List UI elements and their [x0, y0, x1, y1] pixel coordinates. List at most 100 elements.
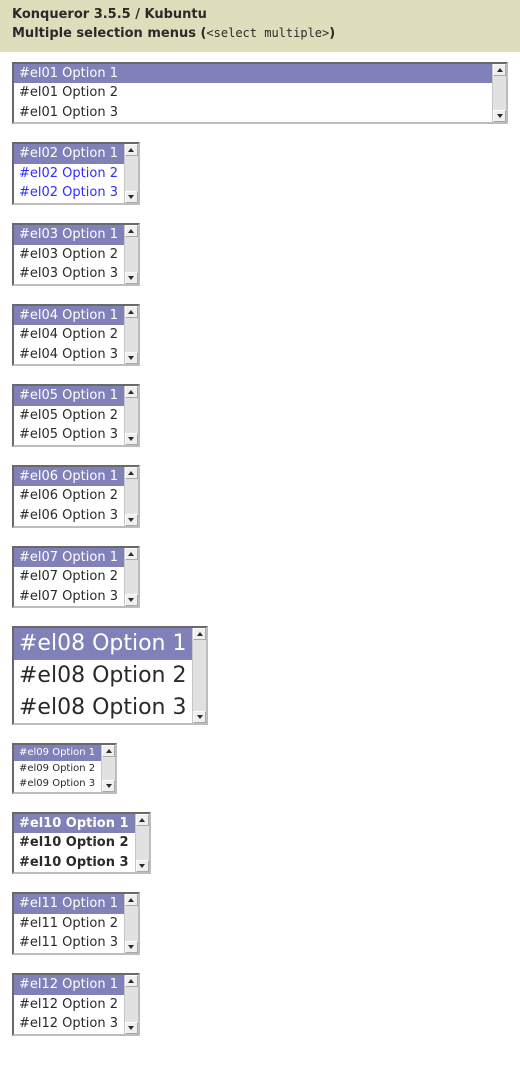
select-el05[interactable]: #el05 Option 1#el05 Option 2#el05 Option… [12, 384, 140, 447]
select-el10-scrollbar[interactable] [135, 814, 149, 873]
select-el04-option[interactable]: #el04 Option 2 [14, 325, 124, 345]
scroll-track[interactable] [125, 156, 138, 191]
scroll-up-icon[interactable] [125, 975, 138, 987]
select-el03-list[interactable]: #el03 Option 1#el03 Option 2#el03 Option… [14, 225, 124, 284]
select-el10-option[interactable]: #el10 Option 1 [14, 814, 135, 834]
scroll-up-icon[interactable] [125, 467, 138, 479]
scroll-up-icon[interactable] [125, 144, 138, 156]
select-el09[interactable]: #el09 Option 1#el09 Option 2#el09 Option… [12, 743, 117, 794]
scroll-track[interactable] [125, 318, 138, 353]
scroll-track[interactable] [125, 560, 138, 595]
scroll-down-icon[interactable] [125, 941, 138, 953]
select-el12-option[interactable]: #el12 Option 2 [14, 995, 124, 1015]
select-el05-list[interactable]: #el05 Option 1#el05 Option 2#el05 Option… [14, 386, 124, 445]
select-el08[interactable]: #el08 Option 1#el08 Option 2#el08 Option… [12, 626, 208, 725]
select-el12[interactable]: #el12 Option 1#el12 Option 2#el12 Option… [12, 973, 140, 1036]
scroll-up-icon[interactable] [493, 64, 506, 76]
select-el08-list[interactable]: #el08 Option 1#el08 Option 2#el08 Option… [14, 628, 192, 723]
scroll-track[interactable] [493, 76, 506, 111]
select-el02[interactable]: #el02 Option 1#el02 Option 2#el02 Option… [12, 142, 140, 205]
select-el08-option[interactable]: #el08 Option 2 [14, 660, 192, 692]
select-el09-option[interactable]: #el09 Option 2 [14, 761, 101, 777]
select-el12-list[interactable]: #el12 Option 1#el12 Option 2#el12 Option… [14, 975, 124, 1034]
scroll-up-icon[interactable] [136, 814, 149, 826]
select-el03-option[interactable]: #el03 Option 1 [14, 225, 124, 245]
select-el07-list[interactable]: #el07 Option 1#el07 Option 2#el07 Option… [14, 548, 124, 607]
select-el03-scrollbar[interactable] [124, 225, 138, 284]
scroll-up-icon[interactable] [193, 628, 206, 640]
select-el03-option[interactable]: #el03 Option 2 [14, 245, 124, 265]
scroll-up-icon[interactable] [102, 745, 115, 757]
select-el08-option[interactable]: #el08 Option 3 [14, 692, 192, 724]
scroll-track[interactable] [193, 640, 206, 711]
select-el07-scrollbar[interactable] [124, 548, 138, 607]
scroll-up-icon[interactable] [125, 386, 138, 398]
select-el05-option[interactable]: #el05 Option 1 [14, 386, 124, 406]
select-el06-option[interactable]: #el06 Option 3 [14, 506, 124, 526]
scroll-track[interactable] [125, 479, 138, 514]
select-el11-option[interactable]: #el11 Option 1 [14, 894, 124, 914]
scroll-down-icon[interactable] [102, 780, 115, 792]
select-el07[interactable]: #el07 Option 1#el07 Option 2#el07 Option… [12, 546, 140, 609]
select-el05-option[interactable]: #el05 Option 2 [14, 406, 124, 426]
select-el02-option[interactable]: #el02 Option 1 [14, 144, 124, 164]
scroll-down-icon[interactable] [125, 514, 138, 526]
select-el09-option[interactable]: #el09 Option 1 [14, 745, 101, 761]
scroll-track[interactable] [125, 237, 138, 272]
select-el04-option[interactable]: #el04 Option 1 [14, 306, 124, 326]
select-el11-option[interactable]: #el11 Option 3 [14, 933, 124, 953]
select-el06-scrollbar[interactable] [124, 467, 138, 526]
select-el01-option[interactable]: #el01 Option 2 [14, 83, 492, 103]
select-el06-option[interactable]: #el06 Option 1 [14, 467, 124, 487]
scroll-track[interactable] [125, 398, 138, 433]
scroll-down-icon[interactable] [493, 110, 506, 122]
select-el03-option[interactable]: #el03 Option 3 [14, 264, 124, 284]
scroll-down-icon[interactable] [125, 1022, 138, 1034]
select-el12-option[interactable]: #el12 Option 3 [14, 1014, 124, 1034]
select-el09-option[interactable]: #el09 Option 3 [14, 776, 101, 792]
scroll-up-icon[interactable] [125, 894, 138, 906]
scroll-track[interactable] [136, 826, 149, 861]
select-el08-scrollbar[interactable] [192, 628, 206, 723]
scroll-down-icon[interactable] [125, 433, 138, 445]
select-el06-option[interactable]: #el06 Option 2 [14, 486, 124, 506]
select-el12-option[interactable]: #el12 Option 1 [14, 975, 124, 995]
select-el12-scrollbar[interactable] [124, 975, 138, 1034]
select-el05-scrollbar[interactable] [124, 386, 138, 445]
select-el10[interactable]: #el10 Option 1#el10 Option 2#el10 Option… [12, 812, 151, 875]
select-el01-option[interactable]: #el01 Option 3 [14, 103, 492, 123]
select-el01[interactable]: #el01 Option 1#el01 Option 2#el01 Option… [12, 62, 508, 125]
scroll-down-icon[interactable] [125, 191, 138, 203]
scroll-up-icon[interactable] [125, 225, 138, 237]
select-el07-option[interactable]: #el07 Option 2 [14, 567, 124, 587]
select-el10-option[interactable]: #el10 Option 2 [14, 833, 135, 853]
scroll-down-icon[interactable] [125, 272, 138, 284]
select-el02-option[interactable]: #el02 Option 2 [14, 164, 124, 184]
select-el01-option[interactable]: #el01 Option 1 [14, 64, 492, 84]
scroll-down-icon[interactable] [125, 352, 138, 364]
scroll-up-icon[interactable] [125, 548, 138, 560]
select-el04[interactable]: #el04 Option 1#el04 Option 2#el04 Option… [12, 304, 140, 367]
select-el09-scrollbar[interactable] [101, 745, 115, 792]
select-el05-option[interactable]: #el05 Option 3 [14, 425, 124, 445]
select-el10-option[interactable]: #el10 Option 3 [14, 853, 135, 873]
select-el02-option[interactable]: #el02 Option 3 [14, 183, 124, 203]
select-el10-list[interactable]: #el10 Option 1#el10 Option 2#el10 Option… [14, 814, 135, 873]
select-el07-option[interactable]: #el07 Option 3 [14, 587, 124, 607]
select-el02-list[interactable]: #el02 Option 1#el02 Option 2#el02 Option… [14, 144, 124, 203]
select-el01-scrollbar[interactable] [492, 64, 506, 123]
select-el08-option[interactable]: #el08 Option 1 [14, 628, 192, 660]
select-el04-option[interactable]: #el04 Option 3 [14, 345, 124, 365]
scroll-track[interactable] [102, 757, 115, 780]
select-el04-list[interactable]: #el04 Option 1#el04 Option 2#el04 Option… [14, 306, 124, 365]
scroll-track[interactable] [125, 987, 138, 1022]
select-el09-list[interactable]: #el09 Option 1#el09 Option 2#el09 Option… [14, 745, 101, 792]
select-el03[interactable]: #el03 Option 1#el03 Option 2#el03 Option… [12, 223, 140, 286]
select-el01-list[interactable]: #el01 Option 1#el01 Option 2#el01 Option… [14, 64, 492, 123]
scroll-down-icon[interactable] [193, 711, 206, 723]
scroll-down-icon[interactable] [125, 594, 138, 606]
scroll-down-icon[interactable] [136, 860, 149, 872]
select-el06[interactable]: #el06 Option 1#el06 Option 2#el06 Option… [12, 465, 140, 528]
select-el04-scrollbar[interactable] [124, 306, 138, 365]
select-el02-scrollbar[interactable] [124, 144, 138, 203]
